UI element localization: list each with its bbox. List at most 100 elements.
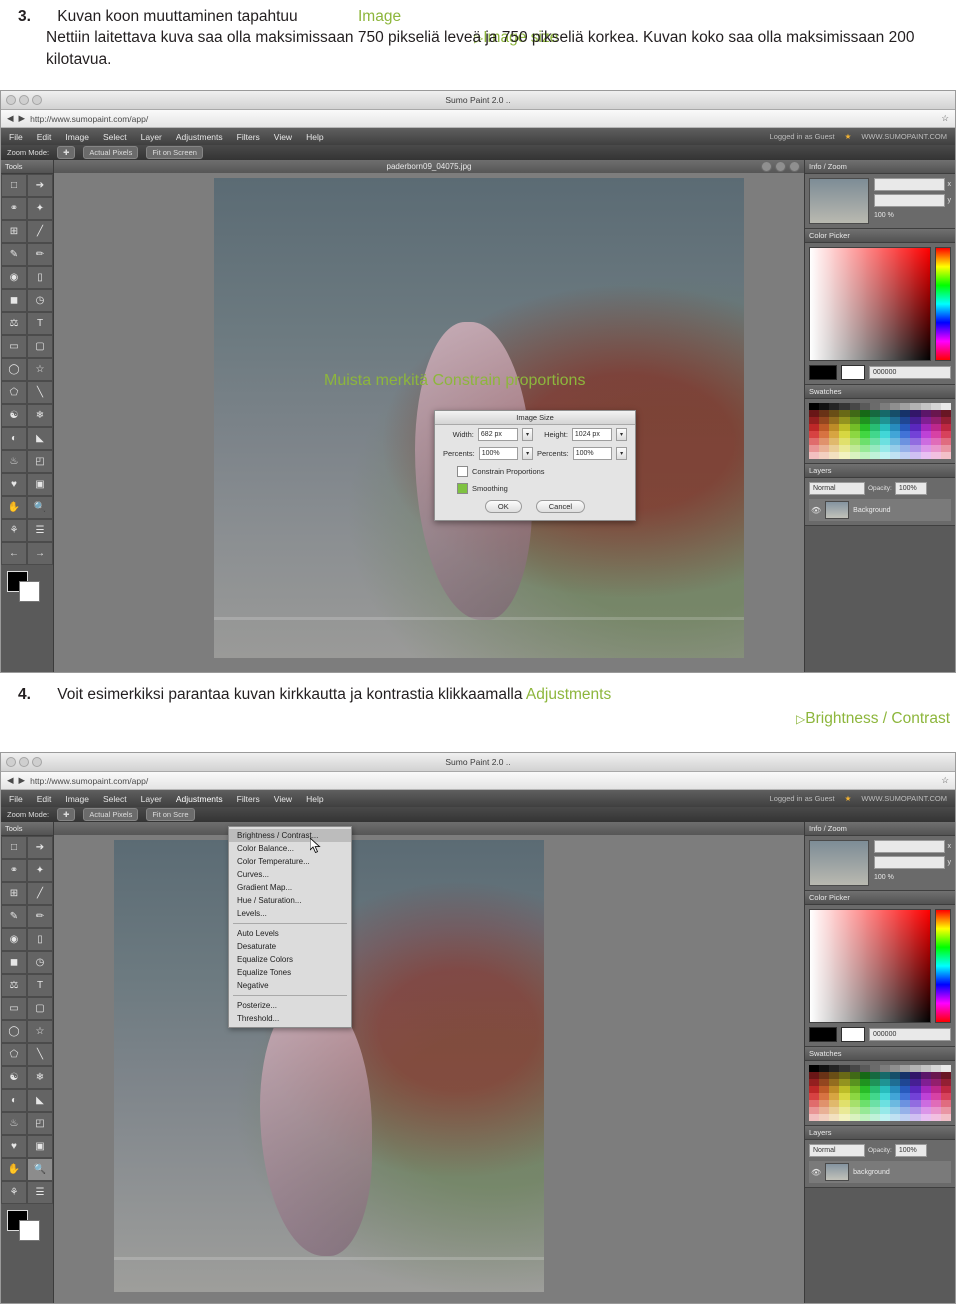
swatch-cell[interactable] [839,1100,850,1107]
swatch-cell[interactable] [940,1072,951,1079]
background-color-chip[interactable] [19,581,40,602]
swatch-cell[interactable] [829,445,840,452]
tool-rectangle-icon[interactable]: ▭ [1,335,27,358]
menu-item-layer-2[interactable]: Layer [141,794,162,804]
swatch-cell[interactable] [819,1114,830,1121]
swatch-cell[interactable] [910,438,921,445]
swatch-cell[interactable] [880,424,891,431]
swatch-cell[interactable] [910,452,921,459]
color-hex-field-1[interactable]: 000000 [869,366,951,379]
tool-note-icon-2[interactable]: ☰ [27,1181,53,1204]
app-menubar-1[interactable]: File Edit Image Select Layer Adjustments… [1,128,955,145]
menu-item-layer[interactable]: Layer [141,132,162,142]
tool-bucket-icon[interactable]: ◷ [27,289,53,312]
swatch-cell[interactable] [880,1086,891,1093]
swatch-cell[interactable] [890,452,901,459]
tool-blur-icon[interactable]: ◐ [1,427,27,450]
alt-color-chip-2[interactable] [841,1027,865,1042]
swatch-cell[interactable] [900,424,911,431]
image-size-percent-row[interactable]: Percents: 100% ▾ Percents: 100% ▾ [435,444,635,463]
tool-polygon-icon-2[interactable]: ⬠ [1,1043,27,1066]
image-size-dialog[interactable]: Image Size Width: 682 px ▾ Height: 1024 … [434,410,636,521]
swatch-cell[interactable] [900,1086,911,1093]
layers-panel-2[interactable]: Layers Normal Opacity: 100% 👁 background [805,1126,955,1188]
swatch-cell[interactable] [880,403,891,410]
menu-item-color-balance[interactable]: Color Balance... [229,842,351,855]
swatch-cell[interactable] [920,1072,931,1079]
browser-urlbar-1[interactable]: ◀ ▶ http://www.sumopaint.com/app/ ☆ [1,110,955,128]
swatch-cell[interactable] [869,410,880,417]
tool-rounded-rect-icon-2[interactable]: ▢ [27,997,53,1020]
swatch-cell[interactable] [819,452,830,459]
tool-sharpen-icon-2[interactable]: ◣ [27,1089,53,1112]
back-icon-2[interactable]: ◀ [7,775,14,786]
tool-pencil-icon-2[interactable]: ✏ [27,905,53,928]
swatch-cell[interactable] [880,410,891,417]
swatch-cell[interactable] [859,1079,870,1086]
color-hex-row-1[interactable]: 000000 [805,365,955,384]
color-hex-row-2[interactable]: 000000 [805,1027,955,1046]
swatch-cell[interactable] [859,1107,870,1114]
swatch-cell[interactable] [819,417,830,424]
menu-item-brightness-contrast[interactable]: Brightness / Contrast... [229,829,351,842]
swatch-cell[interactable] [819,445,830,452]
swatch-cell[interactable] [900,1065,911,1072]
swatch-cell[interactable] [920,403,931,410]
tools-panel-1[interactable]: Tools □ ➔ ⚭ ✦ ⊞ ╱ ✎ ✏ ◉ ▯ ◼ ◷ ⚖ T ▭ ▢ ◯ … [1,160,54,672]
swatch-cell[interactable] [890,410,901,417]
swatch-cell[interactable] [940,431,951,438]
blend-mode-select-1[interactable]: Normal [809,482,865,495]
swatch-cell[interactable] [809,452,820,459]
swatch-cell[interactable] [829,1086,840,1093]
swatch-cell[interactable] [910,410,921,417]
swatch-cell[interactable] [839,1114,850,1121]
swatch-cell[interactable] [859,1072,870,1079]
swatch-cell[interactable] [839,1079,850,1086]
swatch-cell[interactable] [930,452,941,459]
zoom-tool-icon[interactable]: ✚ [57,146,76,159]
info-zoom-panel-2[interactable]: Info / Zoom x y 100 % [805,822,955,891]
bookmark-star-icon-2[interactable]: ☆ [941,775,949,786]
swatch-cell[interactable] [829,1072,840,1079]
fit-on-screen-button-2[interactable]: Fit on Scre [146,808,195,821]
swatch-grid-1[interactable] [809,403,951,459]
menu-item-file[interactable]: File [9,132,23,142]
swatch-cell[interactable] [859,431,870,438]
swatch-cell[interactable] [890,1065,901,1072]
swatch-cell[interactable] [859,417,870,424]
percents-input-1[interactable]: 100% [478,447,519,460]
swatch-cell[interactable] [869,1086,880,1093]
dialog-buttons-row[interactable]: OK Cancel [435,497,635,520]
canvas-maximize-icon[interactable] [775,161,786,172]
cancel-button[interactable]: Cancel [535,500,586,513]
swatch-cell[interactable] [839,403,850,410]
swatch-cell[interactable] [880,431,891,438]
swatch-cell[interactable] [890,1107,901,1114]
swatch-cell[interactable] [920,1093,931,1100]
color-picker-body-2[interactable] [805,905,955,1027]
tool-crop-icon-2[interactable]: ⊞ [1,882,27,905]
swatch-cell[interactable] [849,417,860,424]
swatch-cell[interactable] [809,417,820,424]
swatch-cell[interactable] [890,1072,901,1079]
swatch-cell[interactable] [880,1107,891,1114]
swatch-cell[interactable] [930,1107,941,1114]
actual-pixels-button-1[interactable]: Actual Pixels [83,146,139,159]
swatch-cell[interactable] [910,1086,921,1093]
swatch-cell[interactable] [940,1100,951,1107]
swatch-cell[interactable] [839,424,850,431]
tool-line-icon-2[interactable]: ╲ [27,1043,53,1066]
swatch-cell[interactable] [920,424,931,431]
swatch-cell[interactable] [940,445,951,452]
menu-item-curves[interactable]: Curves... [229,868,351,881]
hue-strip-2[interactable] [935,909,951,1023]
swatch-cell[interactable] [900,452,911,459]
tool-sponge-icon[interactable]: ▣ [27,473,53,496]
swatch-cell[interactable] [839,438,850,445]
tool-rectangle-icon-2[interactable]: ▭ [1,997,27,1020]
layers-body-1[interactable]: Normal Opacity: 100% 👁 Background [805,478,955,525]
swatch-cell[interactable] [839,1065,850,1072]
menu-item-negative[interactable]: Negative [229,979,351,992]
current-color-chip-1[interactable] [809,365,837,380]
swatch-cell[interactable] [839,1107,850,1114]
